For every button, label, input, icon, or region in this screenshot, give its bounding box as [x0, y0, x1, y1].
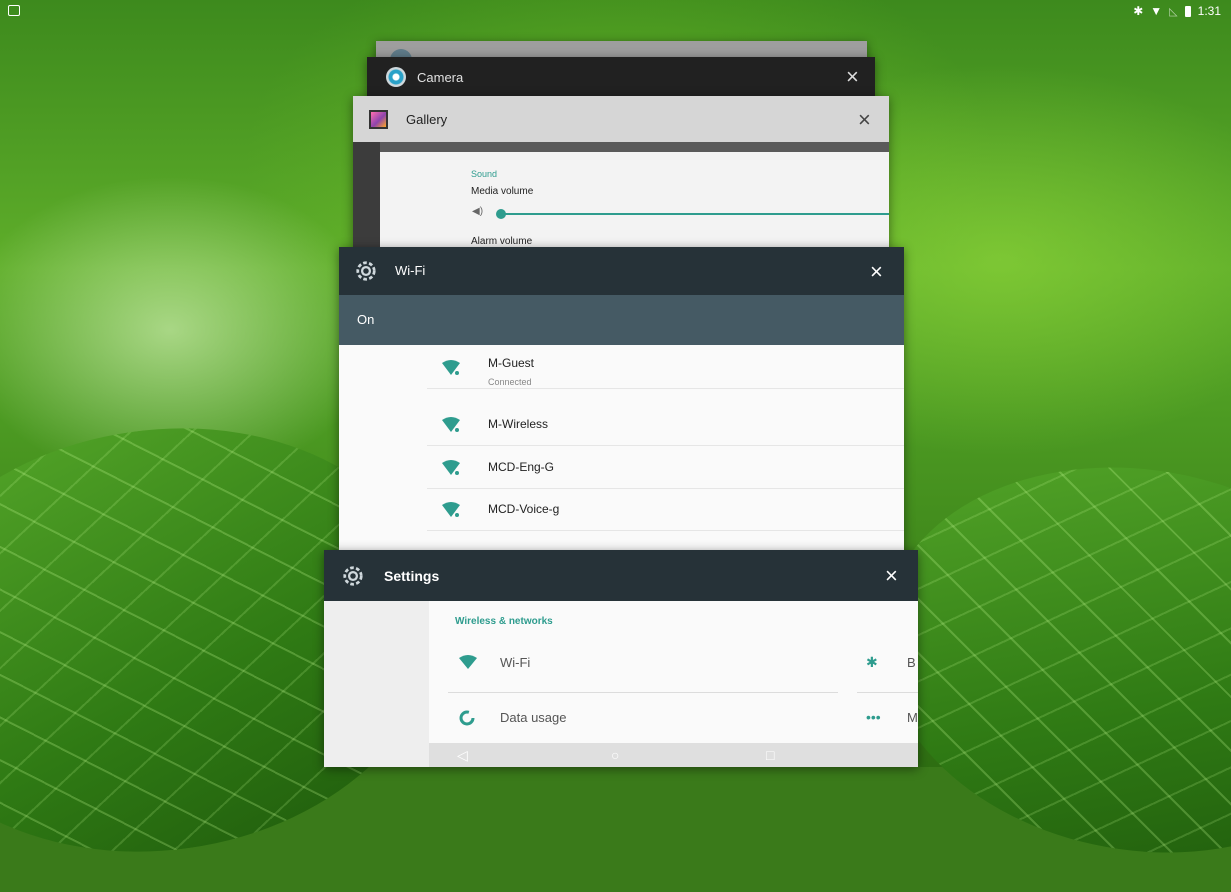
- card-title: Wi-Fi: [395, 263, 426, 278]
- settings-item-bluetooth[interactable]: ✱ B: [857, 642, 918, 686]
- card-title: Camera: [417, 70, 464, 85]
- section-header: Sound: [471, 169, 498, 179]
- wifi-signal-icon: [442, 460, 460, 475]
- more-icon: •••: [866, 709, 881, 725]
- clock: 1:31: [1197, 4, 1221, 18]
- battery-icon: [1184, 5, 1191, 17]
- status-icons: ✱ ▼ ◺ 1:31: [1133, 4, 1221, 18]
- card-sidebar: [324, 601, 429, 767]
- close-icon[interactable]: ×: [846, 66, 859, 88]
- card-title: Gallery: [406, 112, 448, 127]
- back-button[interactable]: ◁: [457, 746, 468, 764]
- wifi-signal-icon: [442, 360, 460, 375]
- settings-item-more[interactable]: ••• M: [857, 697, 918, 741]
- media-volume-label: Media volume: [471, 186, 534, 197]
- card-toolbar: [380, 142, 889, 152]
- network-status: Connected: [488, 377, 532, 387]
- recents-button[interactable]: □: [766, 746, 774, 764]
- network-name: M-Wireless: [488, 417, 548, 431]
- bluetooth-icon: ✱: [1133, 4, 1144, 18]
- recent-card-wifi[interactable]: Wi-Fi × On M-Guest Connected M-Wireless …: [339, 247, 904, 559]
- card-header: Settings ×: [324, 550, 918, 601]
- network-item[interactable]: MCD-Voice-g: [427, 488, 904, 531]
- divider: [857, 692, 918, 693]
- card-header: Wi-Fi ×: [339, 247, 904, 295]
- divider: [448, 692, 838, 693]
- speaker-icon: ◀): [472, 206, 484, 217]
- card-header: Camera ×: [367, 57, 875, 97]
- alarm-volume-label: Alarm volume: [471, 236, 533, 247]
- settings-item-label: B: [907, 655, 916, 670]
- settings-item-label: M: [907, 710, 918, 725]
- navigation-bar: ◁ ○ □: [429, 743, 918, 767]
- media-volume-knob: [496, 209, 506, 219]
- no-sim-icon: ◺: [1169, 5, 1178, 18]
- screenshot-notification-icon: [8, 5, 20, 16]
- card-sidebar: [353, 142, 380, 251]
- card-header: Gallery ×: [353, 96, 889, 142]
- close-icon[interactable]: ×: [885, 565, 898, 587]
- network-name: M-Guest: [488, 356, 535, 370]
- settings-gear-icon: [356, 261, 376, 281]
- settings-item-wifi[interactable]: Wi-Fi: [448, 642, 838, 686]
- wifi-signal-icon: [442, 417, 460, 432]
- recent-card-gallery[interactable]: Gallery × Sound Media volume ◀) Alarm vo…: [353, 96, 889, 251]
- camera-app-icon: [386, 67, 406, 87]
- settings-item-label: Wi-Fi: [500, 655, 531, 670]
- network-name: MCD-Voice-g: [488, 502, 560, 516]
- network-item[interactable]: MCD-Eng-G: [427, 446, 904, 489]
- wifi-signal-icon: [442, 502, 460, 517]
- wifi-toggle-bar[interactable]: On: [339, 295, 904, 345]
- card-content: Sound Media volume ◀) Alarm volume: [380, 152, 889, 251]
- home-button[interactable]: ○: [611, 746, 619, 764]
- wifi-icon: [459, 655, 477, 669]
- gallery-app-icon: [369, 110, 388, 129]
- network-item[interactable]: M-Guest Connected: [427, 346, 904, 389]
- recent-card-settings[interactable]: Settings × Wireless & networks Wi-Fi Dat…: [324, 550, 918, 767]
- network-name: MCD-Eng-G: [488, 460, 555, 474]
- data-usage-icon: [459, 710, 475, 726]
- settings-item-label: Data usage: [500, 710, 567, 725]
- settings-gear-icon: [343, 566, 363, 586]
- section-header: Wireless & networks: [455, 616, 553, 627]
- network-item[interactable]: M-Wireless: [427, 403, 904, 446]
- wifi-state-label: On: [357, 312, 375, 327]
- media-volume-slider: [498, 213, 889, 215]
- bluetooth-icon: ✱: [866, 654, 878, 670]
- close-icon[interactable]: ×: [858, 109, 871, 131]
- status-bar: ✱ ▼ ◺ 1:31: [0, 0, 1231, 24]
- wifi-icon: ▼: [1150, 4, 1163, 18]
- close-icon[interactable]: ×: [870, 261, 883, 283]
- card-title: Settings: [384, 568, 440, 584]
- settings-item-data-usage[interactable]: Data usage: [448, 697, 838, 741]
